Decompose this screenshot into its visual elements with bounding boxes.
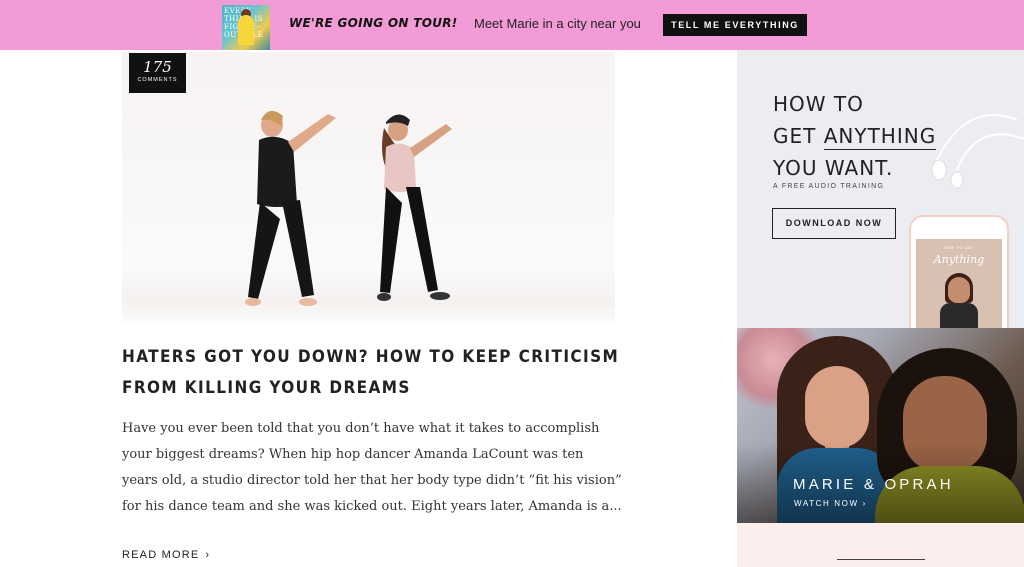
comment-label: COMMENTS	[137, 77, 178, 83]
phone-screen-script: Anything	[933, 253, 985, 266]
ad-headline-get: GET	[773, 124, 824, 148]
tour-message: Meet Marie in a city near you	[474, 16, 641, 31]
article-title[interactable]: HATERS GOT YOU DOWN? HOW TO KEEP CRITICI…	[122, 342, 642, 404]
book-cover-figure	[238, 15, 254, 45]
article-hero-image[interactable]	[122, 52, 615, 324]
divider	[837, 559, 925, 560]
watch-now-link[interactable]: WATCH NOW ›	[794, 499, 867, 508]
comment-count: 175	[143, 58, 172, 76]
audio-training-ad[interactable]: HOW TO GET ANYTHING YOU WANT. A FREE AUD…	[737, 50, 1024, 328]
read-more-link[interactable]: READ MORE ›	[122, 549, 210, 561]
dancers-illustration	[245, 110, 452, 306]
earbuds-icon	[931, 114, 1024, 189]
comment-count-badge[interactable]: 175 COMMENTS	[129, 53, 186, 93]
ad-subtitle: A FREE AUDIO TRAINING	[773, 183, 885, 190]
download-now-button[interactable]: DOWNLOAD NOW	[772, 208, 896, 239]
ad-headline-line1: HOW TO	[773, 92, 864, 116]
tour-headline: WE'RE GOING ON TOUR!	[289, 16, 458, 30]
phone-screen: HOW TO GET Anything	[916, 239, 1002, 328]
phone-portrait-face	[948, 277, 970, 303]
article-excerpt: Have you ever been told that you don’t h…	[122, 421, 622, 514]
ad-headline-line3: YOU WANT.	[773, 156, 894, 180]
chevron-right-icon: ›	[862, 499, 867, 508]
ad-headline-line2: GET ANYTHING	[773, 120, 937, 152]
book-cover-image[interactable]: EVERY THING IS FIGURE-OUTABLE	[222, 5, 270, 50]
watch-now-label: WATCH NOW	[794, 499, 859, 508]
ad-headline: HOW TO GET ANYTHING YOU WANT.	[773, 88, 937, 184]
phone-portrait-body	[940, 303, 978, 328]
tell-me-everything-button[interactable]: TELL ME EVERYTHING	[663, 14, 807, 36]
phone-mockup: HOW TO GET Anything	[909, 215, 1009, 328]
ad-headline-anything: ANYTHING	[823, 124, 937, 150]
marie-oprah-video[interactable]: MARIE & OPRAH WATCH NOW ›	[737, 328, 1024, 523]
marie-face	[805, 366, 869, 448]
tour-banner: EVERY THING IS FIGURE-OUTABLE WE'RE GOIN…	[0, 0, 1024, 50]
video-title: MARIE & OPRAH	[793, 476, 954, 493]
dancer-right	[377, 114, 452, 301]
dancer-left	[245, 110, 336, 306]
chevron-right-icon: ›	[205, 549, 211, 561]
sidebar-pink-panel	[737, 523, 1024, 567]
phone-screen-title: HOW TO GET	[943, 245, 975, 250]
read-more-label: READ MORE	[122, 549, 200, 561]
